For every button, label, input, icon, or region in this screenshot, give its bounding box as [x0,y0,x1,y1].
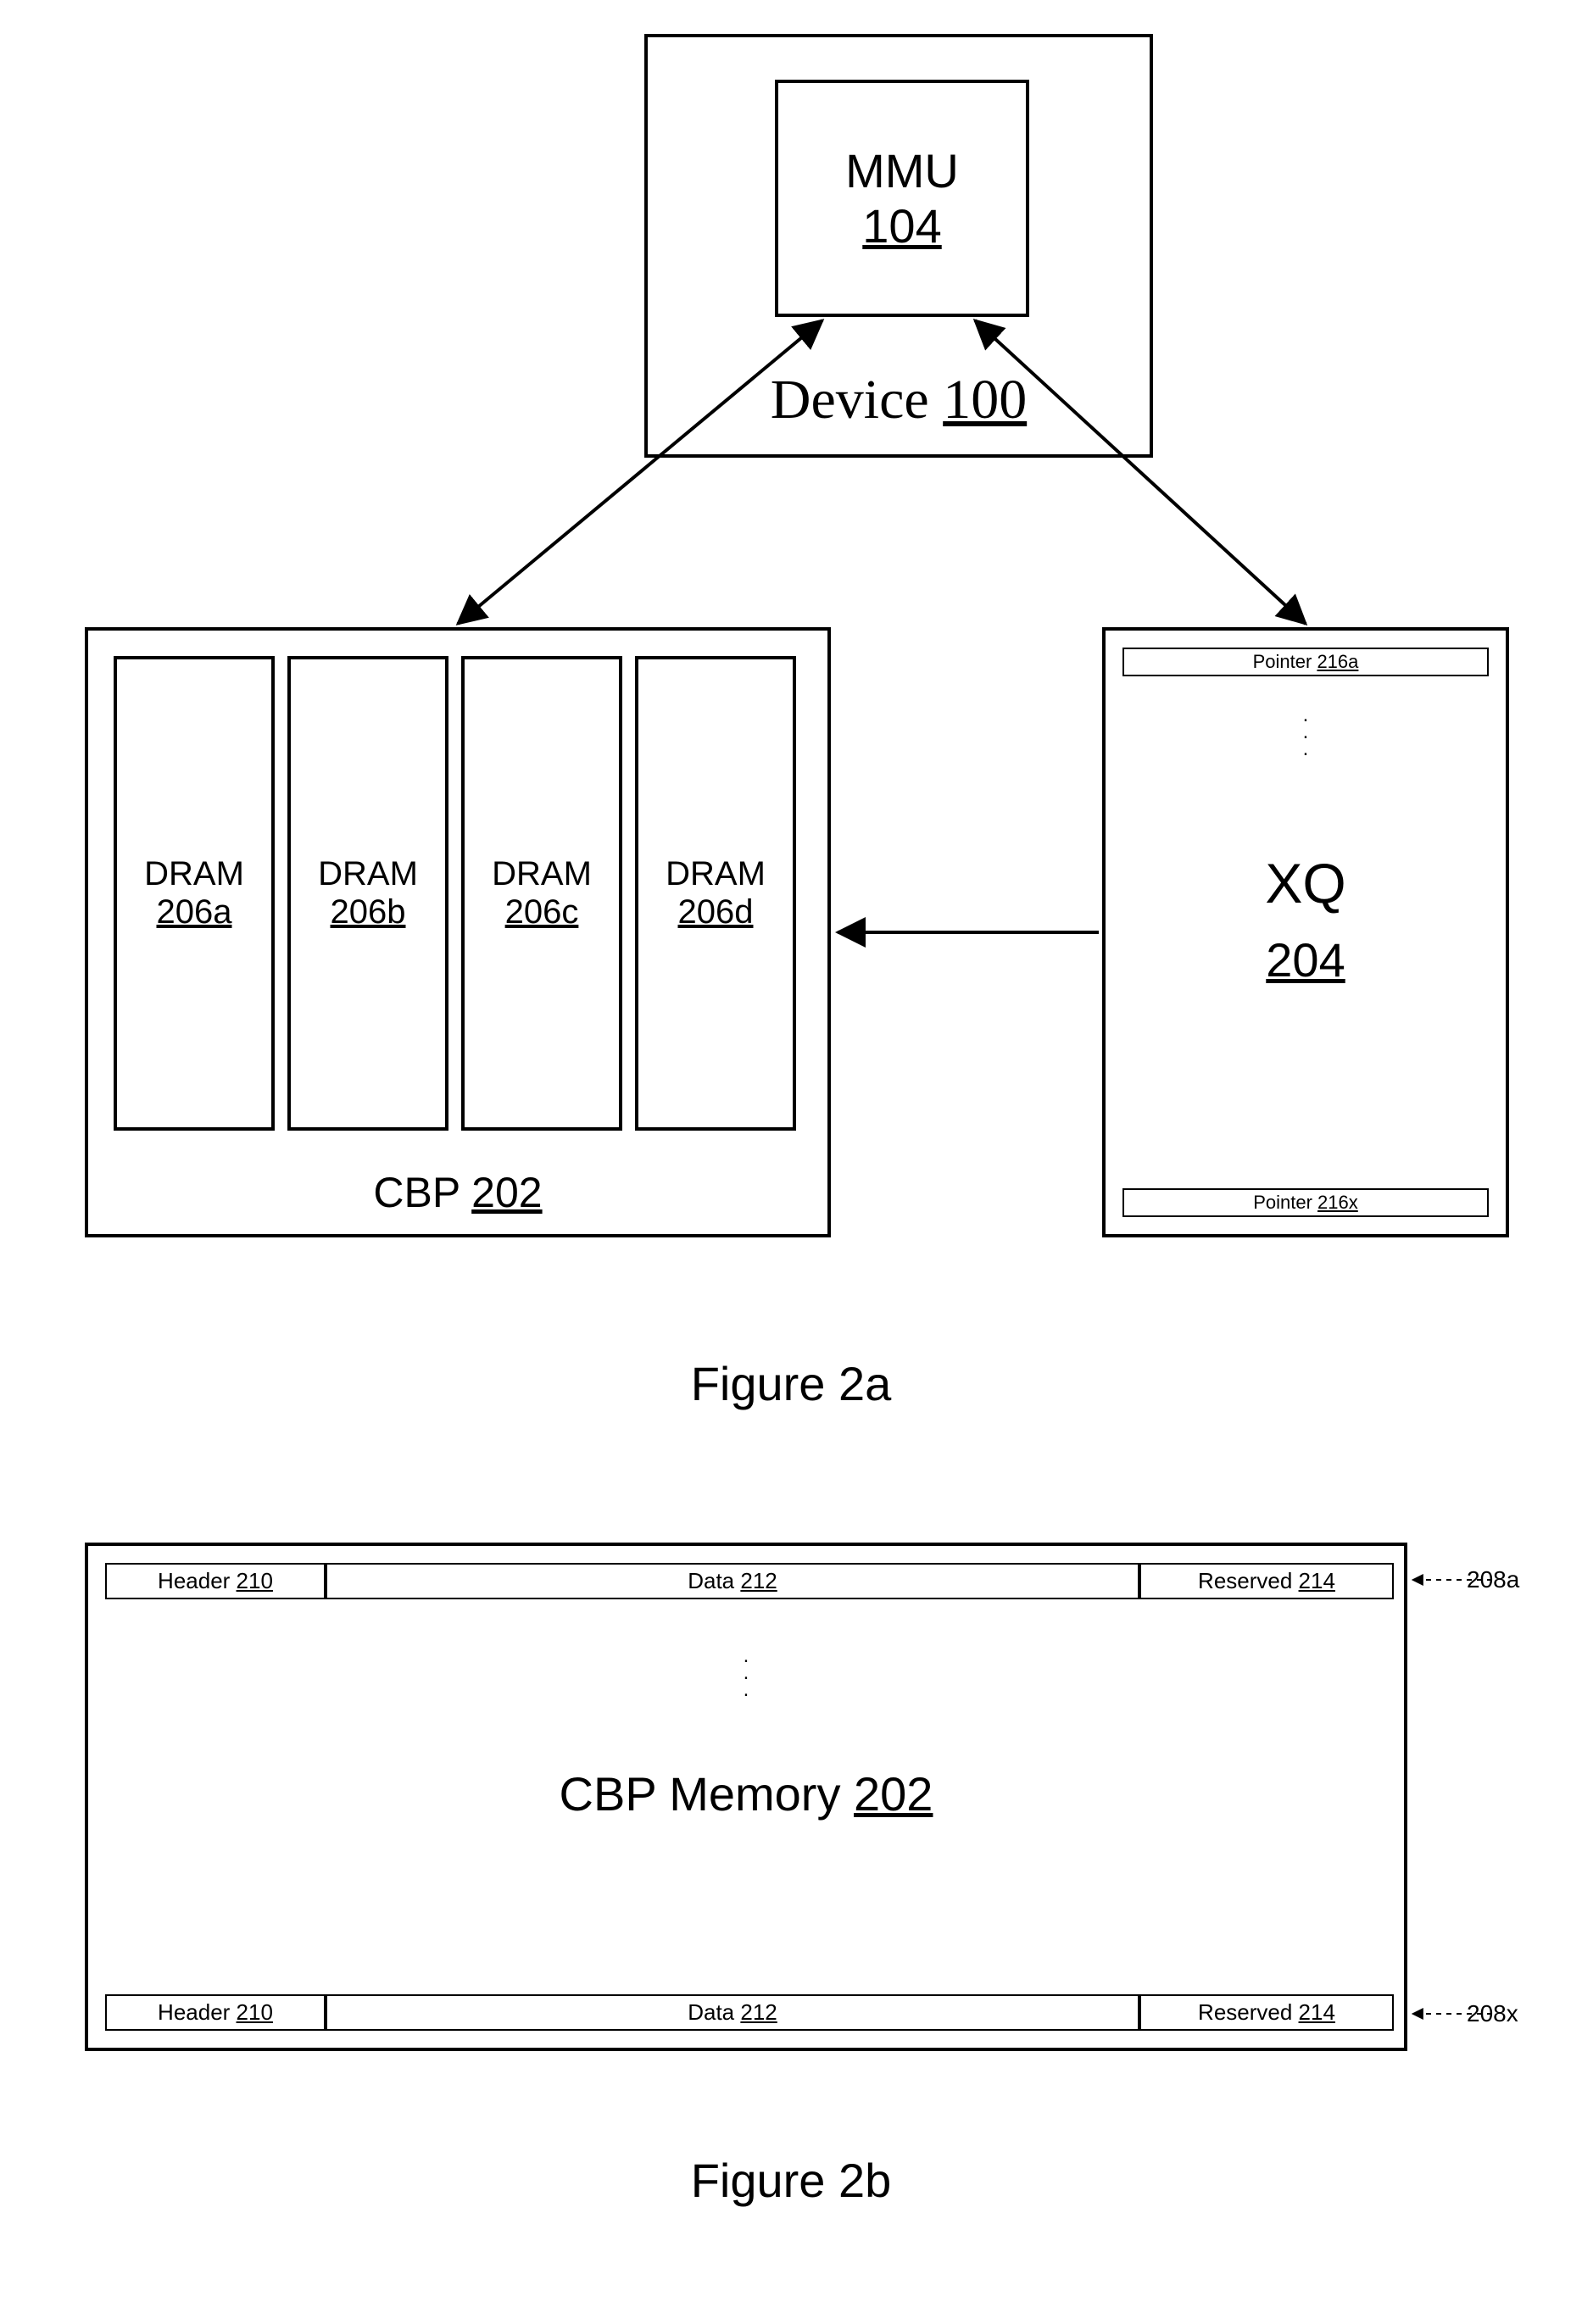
caption-2b: Figure 2b [34,2153,1548,2208]
dram-d-num: 206d [678,893,754,931]
xq-title: XQ 204 [1106,851,1506,987]
cbp-memory-title-num: 202 [854,1767,933,1821]
pointer-bottom: Pointer 216x [1122,1188,1489,1217]
cbp-label-num: 202 [471,1169,542,1216]
reserved-top-num: 214 [1299,1568,1335,1593]
dram-b: DRAM 206b [287,656,448,1131]
cbp-label: CBP 202 [88,1168,827,1217]
dram-a-num: 206a [157,893,232,931]
cbp-memory-box: Header 210 Data 212 Reserved 214 ... CBP… [85,1543,1407,2051]
cbp-memory-title-prefix: CBP Memory [560,1767,854,1821]
header-top-prefix: Header [158,1568,237,1593]
data-top: Data 212 [326,1563,1139,1599]
header-bottom: Header 210 [105,1994,326,2031]
header-bottom-prefix: Header [158,1999,237,2025]
data-bottom-prefix: Data [688,1999,740,2025]
pointer-top: Pointer 216a [1122,648,1489,676]
caption-2a: Figure 2a [34,1356,1548,1411]
reserved-top-prefix: Reserved [1198,1568,1299,1593]
cbp-label-prefix: CBP [373,1169,471,1216]
row-ref-208a: 208a [1467,1566,1519,1593]
reserved-bottom: Reserved 214 [1139,1994,1394,2031]
pointer-bottom-num: 216x [1317,1192,1358,1213]
dram-c: DRAM 206c [461,656,622,1131]
dram-b-num: 206b [331,893,406,931]
xq-num: 204 [1106,932,1506,987]
dram-d: DRAM 206d [635,656,796,1131]
pointer-top-prefix: Pointer [1253,651,1317,672]
dram-d-name: DRAM [666,855,766,893]
dram-c-num: 206c [505,893,579,931]
device-box: MMU 104 Device 100 [644,34,1153,458]
mmu-num: 104 [862,198,941,253]
xq-box: Pointer 216a ... XQ 204 Pointer 216x [1102,627,1509,1237]
pointer-bottom-prefix: Pointer [1253,1192,1317,1213]
header-bottom-num: 210 [237,1999,273,2025]
xq-dots: ... [1106,707,1506,758]
row-ref-208x: 208x [1467,2000,1518,2027]
device-label-prefix: Device [771,369,943,431]
data-bottom: Data 212 [326,1994,1139,2031]
header-top-num: 210 [237,1568,273,1593]
data-bottom-num: 212 [740,1999,777,2025]
dram-c-name: DRAM [492,855,592,893]
cbp-memory-title: CBP Memory 202 [88,1766,1404,1821]
dram-a-name: DRAM [144,855,244,893]
mmu-name: MMU [845,143,959,198]
reserved-top: Reserved 214 [1139,1563,1394,1599]
cbp-box: DRAM 206a DRAM 206b DRAM 206c DRAM 206d … [85,627,831,1237]
data-top-num: 212 [740,1568,777,1593]
reserved-bottom-num: 214 [1299,1999,1335,2025]
dram-b-name: DRAM [318,855,418,893]
reserved-bottom-prefix: Reserved [1198,1999,1299,2025]
mem-dots: ... [88,1648,1404,1699]
mmu-box: MMU 104 [775,80,1029,317]
pointer-top-num: 216a [1317,651,1358,672]
data-top-prefix: Data [688,1568,740,1593]
dram-a: DRAM 206a [114,656,275,1131]
xq-name: XQ [1106,851,1506,915]
device-label: Device 100 [648,368,1150,432]
header-top: Header 210 [105,1563,326,1599]
device-label-num: 100 [943,369,1027,431]
